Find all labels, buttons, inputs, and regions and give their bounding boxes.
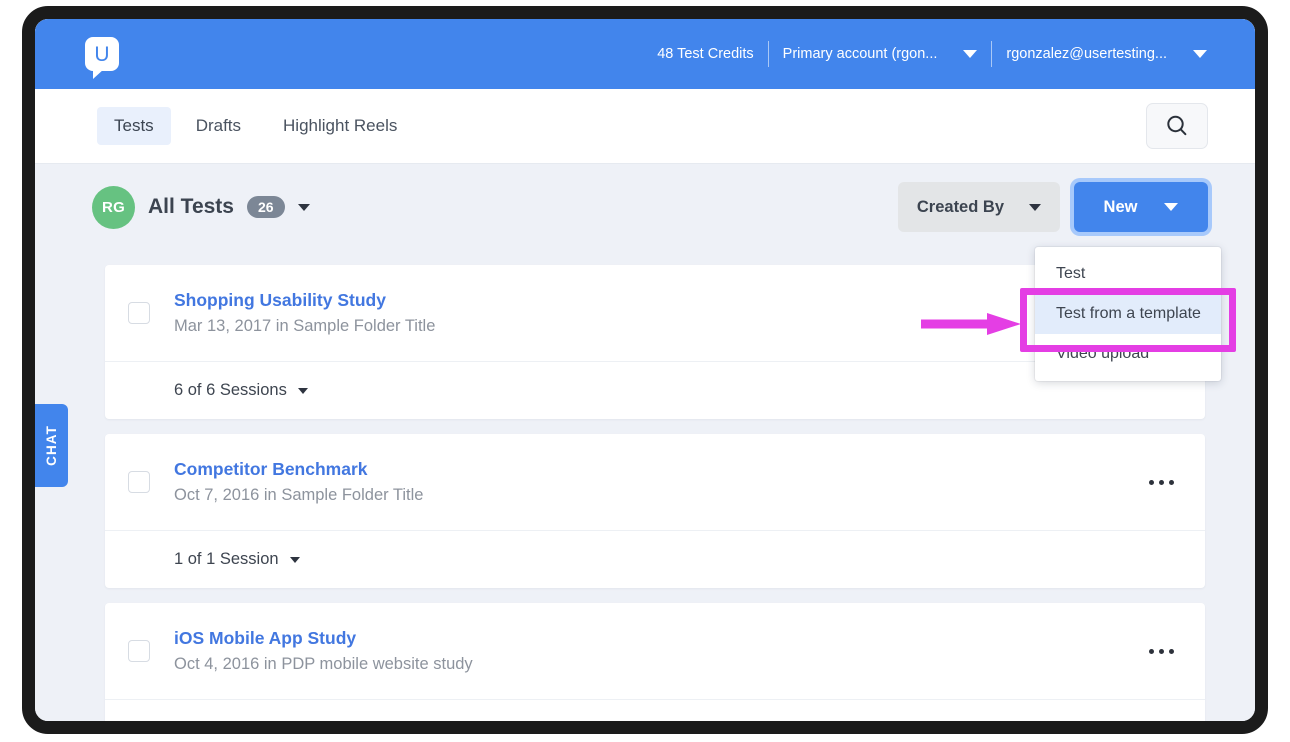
test-title-link[interactable]: Shopping Usability Study — [174, 290, 435, 311]
test-meta: Mar 13, 2017 in Sample Folder Title — [174, 317, 436, 335]
sessions-toggle[interactable]: 1 of 1 Session — [105, 530, 1205, 588]
menu-item-test[interactable]: Test — [1035, 254, 1221, 294]
row-overflow-menu-button[interactable] — [1145, 472, 1178, 493]
new-label: New — [1103, 197, 1138, 216]
logo-letter: U — [94, 42, 110, 66]
sessions-toggle[interactable]: 1 of 1 Session — [105, 699, 1205, 721]
top-bar: U 48 Test Credits Primary account (rgon.… — [35, 19, 1255, 89]
tab-highlight-reels[interactable]: Highlight Reels — [266, 107, 414, 145]
app-window: U 48 Test Credits Primary account (rgon.… — [35, 19, 1255, 721]
account-label: Primary account (rgon... — [782, 46, 938, 62]
chevron-down-icon — [1029, 203, 1041, 211]
ellipsis-icon — [1149, 479, 1154, 485]
test-info: iOS Mobile App Study Oct 4, 2016 in PDP … — [174, 628, 473, 674]
chevron-down-icon — [963, 50, 978, 58]
nav-tabs: Tests Drafts Highlight Reels — [97, 107, 414, 145]
nav-bar: Tests Drafts Highlight Reels — [35, 89, 1255, 164]
chevron-down-icon — [297, 387, 308, 394]
scope-selector[interactable]: RG All Tests 26 — [92, 185, 310, 229]
ellipsis-icon — [1169, 648, 1174, 654]
ellipsis-icon — [1159, 648, 1164, 654]
user-email-label: rgonzalez@usertesting... — [1006, 46, 1167, 62]
ellipsis-icon — [1169, 479, 1174, 485]
sessions-label: 1 of 1 Session — [174, 550, 279, 568]
search-button[interactable] — [1146, 103, 1208, 149]
chat-tab[interactable]: CHAT — [35, 404, 68, 487]
row-checkbox[interactable] — [128, 302, 150, 324]
tab-drafts[interactable]: Drafts — [179, 107, 258, 145]
top-bar-right: 48 Test Credits Primary account (rgon...… — [657, 37, 1207, 71]
sessions-label: 1 of 1 Session — [174, 719, 279, 721]
menu-item-test-from-a-template[interactable]: Test from a template — [1035, 294, 1221, 334]
avatar: RG — [92, 185, 135, 229]
row-overflow-menu-button[interactable] — [1145, 641, 1178, 662]
tab-tests[interactable]: Tests — [97, 107, 171, 145]
test-meta: Oct 4, 2016 in PDP mobile website study — [174, 655, 473, 673]
test-credits-label: 48 Test Credits — [657, 46, 754, 62]
test-info: Competitor Benchmark Oct 7, 2016 in Samp… — [174, 459, 423, 505]
created-by-label: Created By — [916, 197, 1004, 216]
ellipsis-icon — [1159, 479, 1164, 485]
new-button[interactable]: New — [1074, 182, 1208, 232]
new-dropdown-menu: Test Test from a template Video upload — [1035, 247, 1221, 381]
divider — [767, 41, 769, 67]
sessions-label: 6 of 6 Sessions — [174, 381, 287, 399]
chevron-down-icon — [289, 556, 300, 563]
chevron-down-icon — [297, 203, 310, 211]
toolbar-actions: Created By New — [897, 182, 1208, 232]
test-row: iOS Mobile App Study Oct 4, 2016 in PDP … — [105, 603, 1205, 699]
chat-tab-label: CHAT — [44, 425, 59, 466]
test-title-link[interactable]: Competitor Benchmark — [174, 459, 423, 480]
list-item: iOS Mobile App Study Oct 4, 2016 in PDP … — [105, 603, 1205, 721]
page-title: All Tests — [148, 195, 234, 218]
usertesting-logo[interactable]: U — [82, 32, 122, 79]
chevron-down-icon — [1164, 203, 1179, 211]
menu-item-video-upload[interactable]: Video upload — [1035, 334, 1221, 374]
device-frame: U 48 Test Credits Primary account (rgon.… — [22, 6, 1268, 734]
row-checkbox[interactable] — [128, 640, 150, 662]
row-checkbox[interactable] — [128, 471, 150, 493]
test-title-link[interactable]: iOS Mobile App Study — [174, 628, 473, 649]
speech-bubble-icon: U — [85, 37, 119, 79]
divider — [991, 41, 993, 67]
test-info: Shopping Usability Study Mar 13, 2017 in… — [174, 290, 435, 336]
user-menu[interactable]: rgonzalez@usertesting... — [1006, 46, 1207, 62]
list-toolbar: RG All Tests 26 Created By New — [35, 164, 1255, 250]
search-icon — [1167, 115, 1187, 136]
ellipsis-icon — [1149, 648, 1154, 654]
list-item: Competitor Benchmark Oct 7, 2016 in Samp… — [105, 434, 1205, 588]
test-row: Competitor Benchmark Oct 7, 2016 in Samp… — [105, 434, 1205, 530]
chevron-down-icon — [1193, 50, 1207, 58]
status-badge: 26 — [246, 196, 285, 218]
account-selector[interactable]: Primary account (rgon... — [783, 46, 978, 62]
created-by-filter-button[interactable]: Created By — [897, 182, 1060, 232]
test-meta: Oct 7, 2016 in Sample Folder Title — [174, 486, 424, 504]
